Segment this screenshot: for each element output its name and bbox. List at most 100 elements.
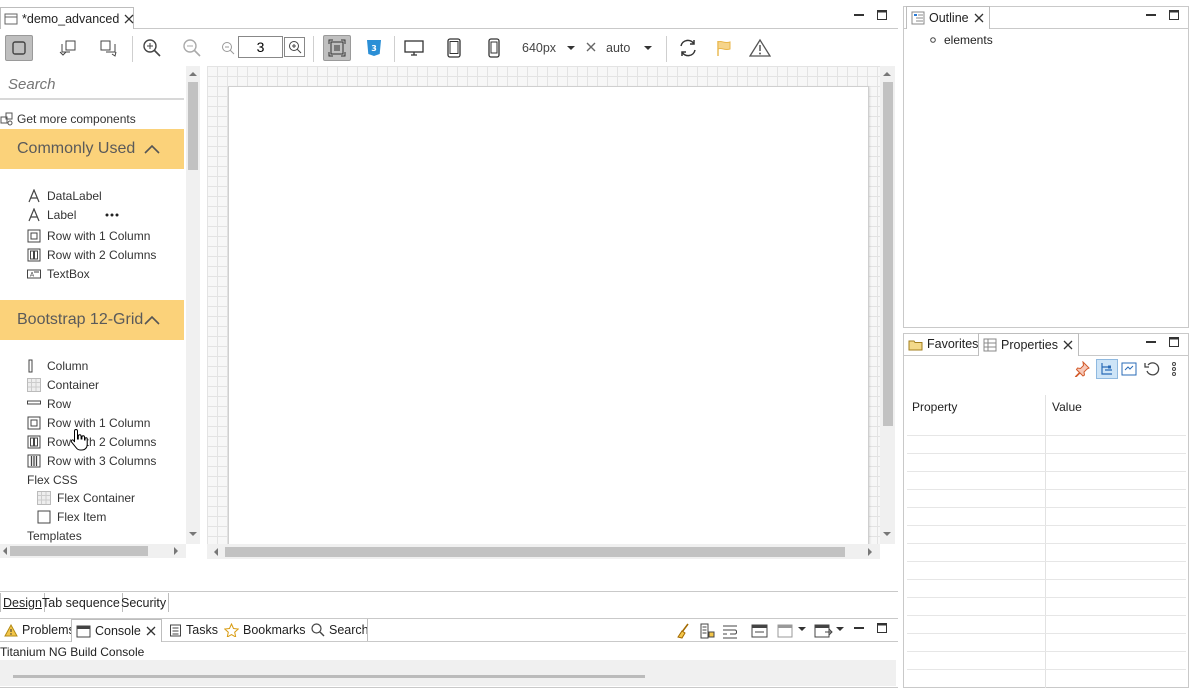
refresh-icon[interactable] xyxy=(674,35,702,61)
restore-default-icon[interactable] xyxy=(1144,361,1160,377)
pin-console-icon[interactable] xyxy=(751,623,769,639)
scrollbar-thumb[interactable] xyxy=(10,546,148,556)
tablet-icon[interactable] xyxy=(440,35,468,61)
send-backward-button[interactable] xyxy=(94,35,122,61)
palette-search-input[interactable] xyxy=(0,70,184,100)
canvas-hscrollbar[interactable] xyxy=(207,544,880,559)
close-icon[interactable] xyxy=(973,12,985,24)
more-options-icon[interactable] xyxy=(105,213,119,217)
palette-item-container[interactable]: Container xyxy=(27,375,99,394)
palette-item-flex-item[interactable]: Flex Item xyxy=(37,507,106,526)
zoom-in-icon[interactable] xyxy=(138,35,166,61)
canvas-vscrollbar[interactable] xyxy=(880,66,895,544)
scrollbar-thumb[interactable] xyxy=(13,675,645,678)
scroll-up-arrow-icon[interactable] xyxy=(883,71,891,76)
palette-vscrollbar[interactable] xyxy=(186,66,200,544)
pin-icon[interactable] xyxy=(1074,361,1090,377)
palette-item-column[interactable]: Column xyxy=(27,356,88,375)
tab-tab-sequence[interactable]: Tab sequence xyxy=(40,593,123,612)
palette-hscrollbar[interactable] xyxy=(0,544,186,558)
scroll-down-arrow-icon[interactable] xyxy=(189,532,197,537)
palette-item-row-3-columns[interactable]: Row with 3 Columns xyxy=(27,451,156,470)
tree-view-toggle-icon[interactable] xyxy=(1096,359,1118,379)
palette-item-row-2-columns[interactable]: Row with 2 Columns xyxy=(27,245,156,264)
flag-icon[interactable] xyxy=(710,35,738,61)
height-value[interactable]: auto xyxy=(606,41,630,55)
open-console-dropdown-icon[interactable] xyxy=(836,627,844,632)
console-hscrollbar[interactable] xyxy=(0,660,896,686)
width-dropdown-icon[interactable] xyxy=(566,45,576,51)
column-header-property[interactable]: Property xyxy=(912,400,957,414)
column-header-value[interactable]: Value xyxy=(1052,400,1082,414)
scroll-left-arrow-icon[interactable] xyxy=(2,547,7,555)
chevron-up-icon[interactable] xyxy=(143,143,161,155)
tab-problems[interactable]: Problems xyxy=(0,619,79,641)
css3-icon[interactable]: 3 xyxy=(360,35,388,61)
outline-tree-item[interactable]: elements xyxy=(930,33,993,47)
view-menu-icon[interactable] xyxy=(1171,361,1177,377)
maximize-icon[interactable] xyxy=(1168,336,1180,348)
zoom-out-icon[interactable] xyxy=(178,35,206,61)
minimize-icon[interactable] xyxy=(1145,336,1157,348)
phone-icon[interactable] xyxy=(480,35,508,61)
width-value[interactable]: 640px xyxy=(522,41,556,55)
warning-icon[interactable] xyxy=(746,35,774,61)
scroll-right-arrow-icon[interactable] xyxy=(868,548,873,556)
close-icon[interactable] xyxy=(145,625,157,637)
tab-design[interactable]: Design xyxy=(0,593,45,612)
scroll-up-arrow-icon[interactable] xyxy=(189,71,197,76)
tab-properties[interactable]: Properties xyxy=(978,333,1079,356)
editor-tab[interactable]: *demo_advanced xyxy=(0,7,134,29)
tab-search[interactable]: Search xyxy=(307,619,373,641)
palette-item-textbox[interactable]: A TextBox xyxy=(27,264,90,283)
open-console-icon[interactable] xyxy=(814,623,834,639)
minimize-icon[interactable] xyxy=(853,622,865,634)
close-icon[interactable] xyxy=(1062,339,1074,351)
maximize-icon[interactable] xyxy=(1168,9,1180,21)
fit-screen-button[interactable] xyxy=(323,35,351,61)
tab-tasks[interactable]: Tasks xyxy=(165,619,222,641)
palette-item-flex-container[interactable]: Flex Container xyxy=(37,488,135,507)
minimize-icon[interactable] xyxy=(1145,9,1157,21)
maximize-icon[interactable] xyxy=(876,9,888,21)
palette-section-templates[interactable]: Templates xyxy=(27,526,82,545)
scrollbar-thumb[interactable] xyxy=(225,547,845,557)
scrollbar-thumb[interactable] xyxy=(188,82,198,170)
scroll-left-arrow-icon[interactable] xyxy=(213,548,218,556)
select-tool-button[interactable] xyxy=(5,35,33,61)
close-icon[interactable] xyxy=(123,13,135,25)
scroll-down-arrow-icon[interactable] xyxy=(883,532,891,537)
palette-item-label[interactable]: Label xyxy=(27,205,119,224)
zoom-level-input[interactable] xyxy=(238,36,283,58)
tab-bookmarks[interactable]: Bookmarks xyxy=(220,619,310,641)
palette-item-row-1-column[interactable]: Row with 1 Column xyxy=(27,413,150,432)
bring-forward-button[interactable] xyxy=(54,35,82,61)
clear-console-icon[interactable] xyxy=(676,623,692,639)
zoom-small-icon[interactable] xyxy=(221,41,235,55)
palette-group-bootstrap[interactable]: Bootstrap 12-Grid xyxy=(0,300,184,340)
minimize-icon[interactable] xyxy=(853,9,865,21)
palette-section-flex-css[interactable]: Flex CSS xyxy=(27,470,78,489)
palette-group-commonly-used[interactable]: Commonly Used xyxy=(0,129,184,169)
word-wrap-icon[interactable] xyxy=(722,623,738,639)
maximize-icon[interactable] xyxy=(876,622,888,634)
palette-item-row-2-columns[interactable]: Row with 2 Columns xyxy=(27,432,156,451)
tab-console[interactable]: Console xyxy=(71,619,162,642)
scroll-right-arrow-icon[interactable] xyxy=(174,547,179,555)
height-dropdown-icon[interactable] xyxy=(643,45,653,51)
chevron-up-icon[interactable] xyxy=(143,314,161,326)
palette-item-datalabel[interactable]: DataLabel xyxy=(27,186,102,205)
palette-item-row-1-column[interactable]: Row with 1 Column xyxy=(27,226,150,245)
get-more-components-link[interactable]: Get more components xyxy=(0,109,136,128)
form-area[interactable] xyxy=(228,86,869,546)
scroll-lock-icon[interactable] xyxy=(699,623,715,639)
desktop-icon[interactable] xyxy=(400,35,428,61)
scrollbar-thumb[interactable] xyxy=(883,82,893,426)
tab-favorites[interactable]: Favorites xyxy=(904,333,982,355)
palette-item-row[interactable]: Row xyxy=(27,394,71,413)
advanced-view-icon[interactable] xyxy=(1121,361,1137,377)
tab-outline[interactable]: Outline xyxy=(906,6,990,29)
tab-security[interactable]: Security xyxy=(119,593,170,612)
display-console-dropdown-icon[interactable] xyxy=(798,627,806,632)
zoom-plus-button[interactable] xyxy=(284,37,305,57)
